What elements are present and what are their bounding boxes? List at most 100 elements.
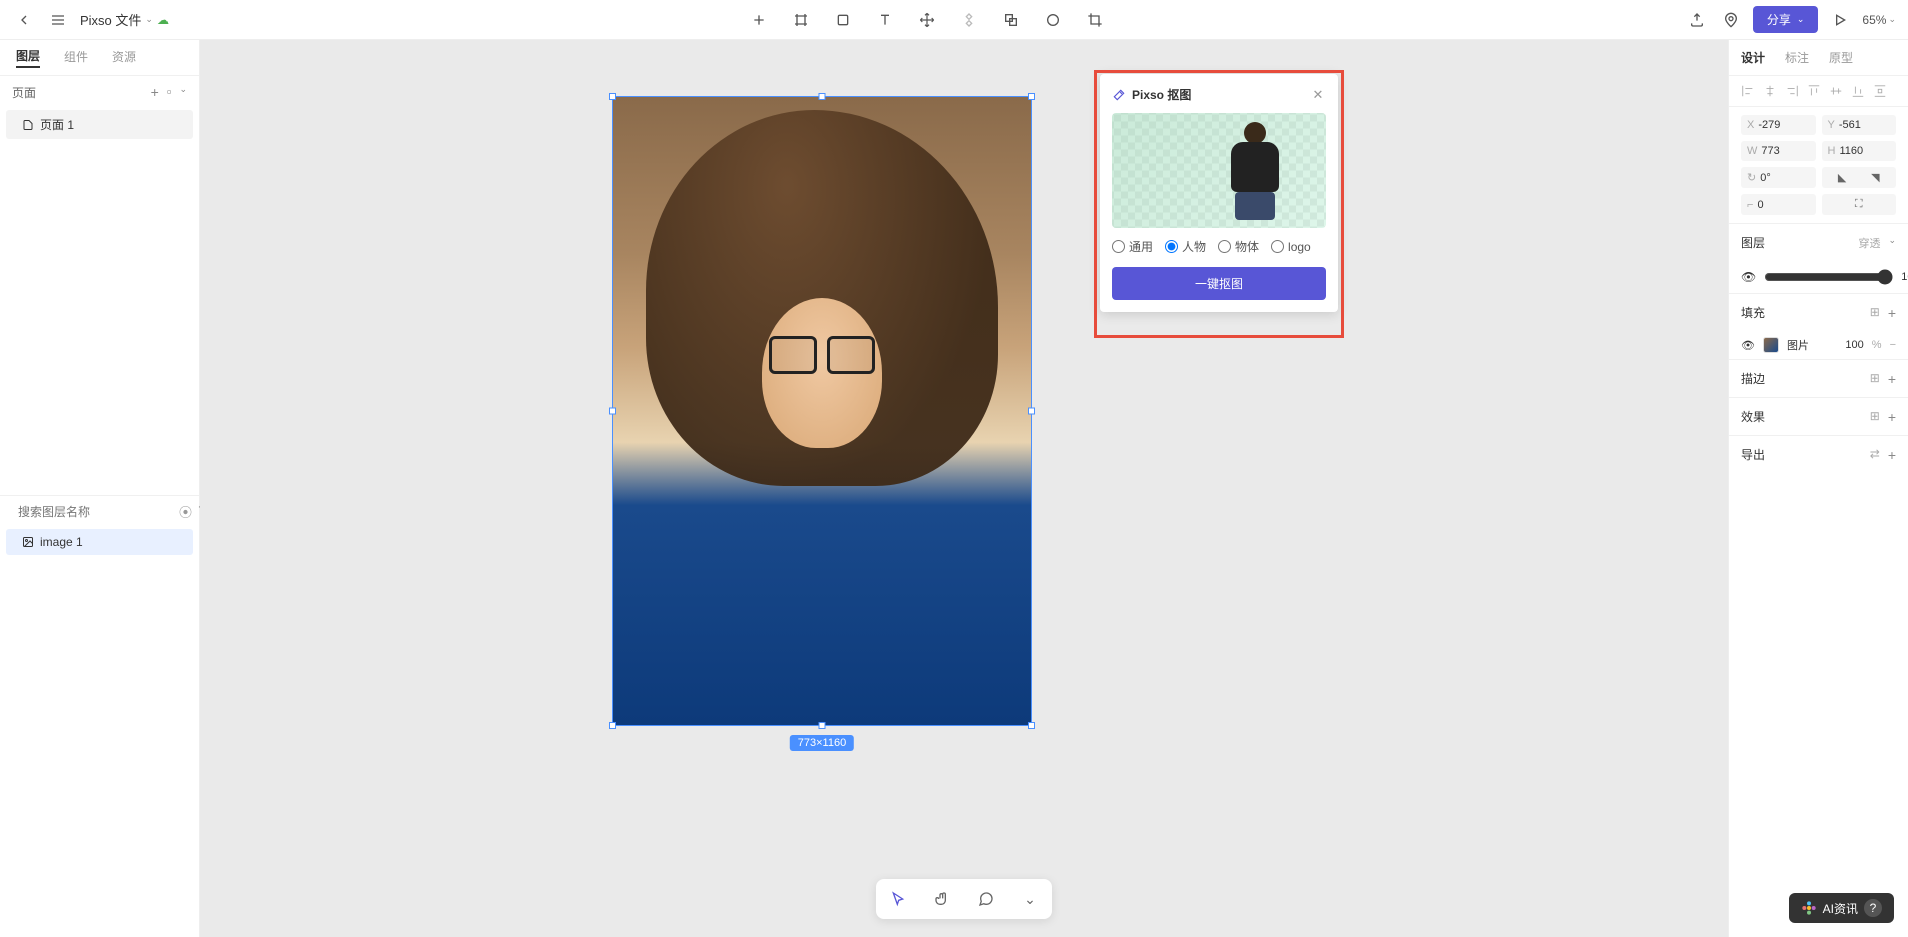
corner-badge[interactable]: AI资讯 ? (1789, 893, 1894, 923)
pages-header: 页面 + ▫ ⌄ (0, 76, 199, 108)
opacity-row: 👁 100 % (1729, 261, 1908, 293)
visibility-icon[interactable]: 👁 (1741, 270, 1756, 284)
h-field[interactable]: H1160 (1822, 141, 1897, 161)
fill-item[interactable]: 👁 图片 100 % − (1729, 331, 1908, 359)
radius-field[interactable]: ⌐0 (1741, 194, 1816, 215)
pointer-tool-icon[interactable] (884, 885, 912, 913)
close-icon[interactable]: ✕ (1310, 87, 1326, 103)
y-field[interactable]: Y-561 (1822, 115, 1897, 135)
search-input[interactable] (18, 505, 173, 519)
expand-radius-icon[interactable]: ⛶ (1822, 194, 1897, 215)
flip-h-icon[interactable]: ◣ (1838, 171, 1846, 184)
crop-tool-icon[interactable] (1083, 8, 1107, 32)
align-left-icon[interactable] (1741, 84, 1755, 98)
resize-handle[interactable] (609, 408, 616, 415)
style-icon[interactable]: ⊞ (1870, 409, 1880, 425)
back-icon[interactable] (12, 8, 36, 32)
export-icon[interactable] (1685, 8, 1709, 32)
resize-handle[interactable] (609, 722, 616, 729)
tab-assets[interactable]: 资源 (112, 48, 136, 67)
zoom-control[interactable]: 65% ⌄ (1862, 13, 1896, 27)
visibility-icon[interactable]: 👁 (1741, 339, 1755, 352)
resize-handle[interactable] (609, 93, 616, 100)
location-icon[interactable] (1719, 8, 1743, 32)
add-page-icon[interactable]: + (151, 84, 159, 100)
mode-general[interactable]: 通用 (1112, 238, 1153, 255)
topbar-right: 分享 ⌄ 65% ⌄ (1685, 6, 1896, 33)
resize-handle[interactable] (1028, 722, 1035, 729)
style-icon[interactable]: ⊞ (1870, 371, 1880, 387)
share-button[interactable]: 分享 ⌄ (1753, 6, 1819, 33)
file-title[interactable]: Pixso 文件 ⌄ ☁ (80, 10, 169, 29)
more-tools-icon[interactable]: ⌄ (1016, 885, 1044, 913)
w-field[interactable]: W773 (1741, 141, 1816, 161)
remove-fill-icon[interactable]: − (1890, 339, 1896, 351)
document-icon (22, 119, 34, 131)
cloud-synced-icon: ☁ (157, 13, 169, 27)
folder-icon[interactable]: ▫ (167, 84, 172, 100)
align-right-icon[interactable] (1785, 84, 1799, 98)
move-tool-icon[interactable] (915, 8, 939, 32)
canvas[interactable]: 773×1160 ⌄ Pixso 抠图 ✕ (200, 40, 1728, 937)
effect-section-title: 效果 (1741, 408, 1765, 425)
rotation-field[interactable]: ↻0° (1741, 167, 1816, 188)
fill-type-label: 图片 (1787, 337, 1809, 353)
tab-components[interactable]: 组件 (64, 48, 88, 67)
distribute-icon[interactable] (1873, 84, 1887, 98)
cutout-action-button[interactable]: 一键抠图 (1112, 267, 1326, 300)
menu-icon[interactable] (46, 8, 70, 32)
add-effect-icon[interactable]: + (1888, 409, 1896, 425)
collapse-icon[interactable]: ⌄ (179, 84, 187, 100)
frame-tool-icon[interactable] (789, 8, 813, 32)
flip-field[interactable]: ◣◥ (1822, 167, 1897, 188)
ellipse-tool-icon[interactable] (1041, 8, 1065, 32)
selected-image[interactable]: 773×1160 (612, 96, 1032, 726)
dimensions-badge: 773×1160 (790, 735, 854, 751)
cutout-title: Pixso 抠图 (1112, 86, 1191, 103)
tab-prototype[interactable]: 原型 (1829, 49, 1853, 66)
right-panel: 设计 标注 原型 X-279 Y-561 W773 H1160 ↻0° ◣◥ ⌐… (1728, 40, 1908, 937)
mode-object[interactable]: 物体 (1218, 238, 1259, 255)
add-export-icon[interactable]: + (1888, 447, 1896, 463)
align-center-v-icon[interactable] (1829, 84, 1843, 98)
align-bottom-icon[interactable] (1851, 84, 1865, 98)
layer-item[interactable]: image 1 (6, 529, 193, 555)
opacity-slider[interactable] (1764, 269, 1893, 285)
text-tool-icon[interactable] (873, 8, 897, 32)
add-fill-icon[interactable]: + (1888, 305, 1896, 321)
resize-handle[interactable] (1028, 93, 1035, 100)
layer-section: 图层 穿透⌄ (1729, 223, 1908, 261)
filter-icon[interactable]: ⦿ (179, 502, 192, 521)
comment-tool-icon[interactable] (972, 885, 1000, 913)
play-icon[interactable] (1828, 8, 1852, 32)
align-top-icon[interactable] (1807, 84, 1821, 98)
photo-content (613, 97, 1031, 725)
tab-annotate[interactable]: 标注 (1785, 49, 1809, 66)
align-center-h-icon[interactable] (1763, 84, 1777, 98)
resize-handle[interactable] (819, 722, 826, 729)
style-icon[interactable]: ⊞ (1870, 305, 1880, 321)
add-stroke-icon[interactable]: + (1888, 371, 1896, 387)
stroke-section-title: 描边 (1741, 370, 1765, 387)
x-field[interactable]: X-279 (1741, 115, 1816, 135)
mode-person[interactable]: 人物 (1165, 238, 1206, 255)
component-tool-icon[interactable] (957, 8, 981, 32)
mode-logo[interactable]: logo (1271, 238, 1311, 255)
resize-handle[interactable] (819, 93, 826, 100)
help-icon[interactable]: ? (1864, 899, 1882, 917)
page-item[interactable]: 页面 1 (6, 110, 193, 139)
tab-layers[interactable]: 图层 (16, 47, 40, 68)
flip-v-icon[interactable]: ◥ (1871, 171, 1879, 184)
export-settings-icon[interactable]: ⇄ (1870, 447, 1880, 463)
opacity-value[interactable]: 100 (1901, 271, 1908, 283)
export-section-title: 导出 (1741, 446, 1765, 463)
add-tool-icon[interactable] (747, 8, 771, 32)
hand-tool-icon[interactable] (928, 885, 956, 913)
fill-swatch[interactable] (1763, 337, 1779, 353)
fill-opacity-value[interactable]: 100 (1845, 339, 1863, 351)
shape-tool-icon[interactable] (831, 8, 855, 32)
boolean-tool-icon[interactable] (999, 8, 1023, 32)
blend-mode-value[interactable]: 穿透 (1858, 235, 1880, 251)
tab-design[interactable]: 设计 (1741, 49, 1765, 66)
resize-handle[interactable] (1028, 408, 1035, 415)
